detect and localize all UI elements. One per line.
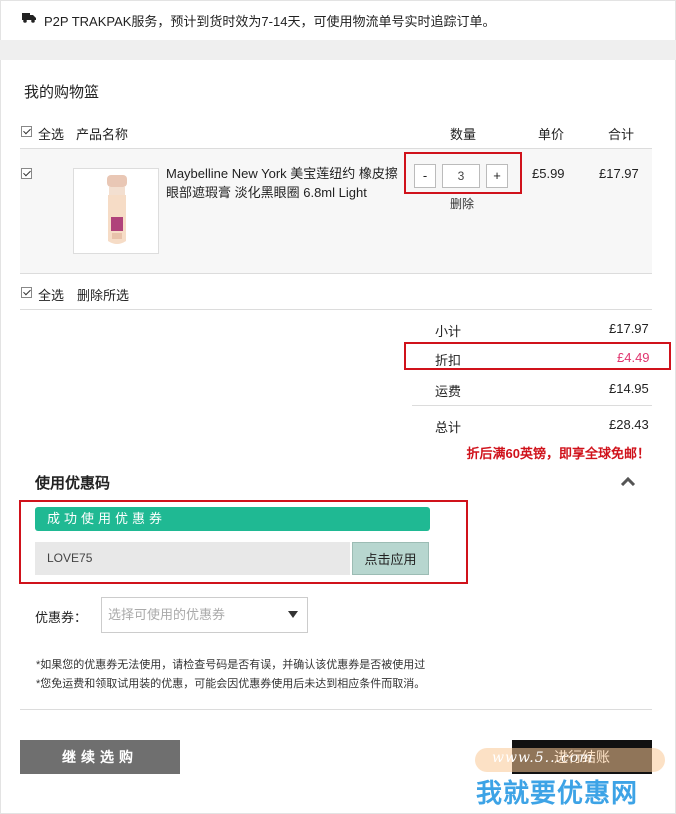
divider [412, 405, 652, 406]
divider [20, 309, 652, 310]
select-all-checkbox[interactable] [21, 126, 32, 137]
total-value: £28.43 [609, 417, 649, 432]
discount-label: 折扣 [435, 353, 462, 368]
coupon-note-2: *您免运费和领取试用装的优惠，可能会因优惠券使用后未达到相应条件而取消。 [36, 678, 426, 690]
shipping-value: £14.95 [609, 381, 649, 396]
header-product: 产品名称 [76, 127, 129, 142]
qty-minus-button[interactable]: - [414, 164, 436, 188]
coupon-success-banner: 成功使用优惠券 [35, 507, 430, 531]
shipping-label: 运费 [435, 384, 462, 399]
watermark-url: www.5...com [492, 750, 594, 766]
watermark-logo: 我就要优惠网 [476, 778, 639, 808]
item-unit-price: £5.99 [532, 166, 565, 181]
coupon-select-label: 优惠券： [35, 610, 88, 625]
discount-value: £4.49 [617, 350, 650, 365]
delete-selected-link[interactable]: 删除所选 [77, 285, 129, 304]
chevron-up-icon[interactable] [620, 476, 636, 486]
cart-title: 我的购物篮 [24, 84, 100, 101]
caret-down-icon [288, 611, 298, 618]
coupon-select[interactable]: 选择可使用的优惠券 [101, 597, 308, 633]
qty-input[interactable]: 3 [442, 164, 480, 188]
footer-select-all-checkbox[interactable] [21, 287, 32, 298]
item-checkbox[interactable] [21, 168, 32, 179]
qty-plus-button[interactable]: + [486, 164, 508, 188]
continue-shopping-button[interactable]: 继续选购 [20, 740, 180, 774]
select-all-label: 全选 [38, 127, 65, 142]
item-total: £17.97 [599, 166, 639, 181]
shipping-banner-text: P2P TRAKPAK服务，预计到货时效为7-14天，可使用物流单号实时追踪订单… [44, 14, 496, 29]
header-total: 合计 [608, 127, 635, 142]
delete-item-link[interactable]: 删除 [450, 195, 474, 212]
product-name[interactable]: Maybelline New York 美宝莲纽约 橡皮擦眼部遮瑕膏 淡化黑眼圈… [166, 164, 402, 202]
divider [20, 709, 652, 710]
header-qty: 数量 [450, 127, 477, 142]
divider [20, 273, 652, 274]
footer-select-all-label: 全选 [38, 288, 65, 303]
product-thumbnail[interactable] [73, 168, 159, 254]
total-label: 总计 [435, 420, 462, 435]
apply-coupon-button[interactable]: 点击应用 [352, 542, 429, 575]
coupon-code-input[interactable]: LOVE75 [35, 542, 350, 575]
divider-band [0, 40, 676, 60]
truck-icon [22, 13, 36, 23]
free-shipping-promo: 折后满60英镑，即享全球免邮！ [466, 446, 650, 461]
coupon-title: 使用优惠码 [35, 475, 111, 492]
subtotal-value: £17.97 [609, 321, 649, 336]
concealer-image [107, 175, 127, 244]
header-unit-price: 单价 [538, 127, 565, 142]
subtotal-label: 小计 [435, 324, 462, 339]
coupon-note-1: *如果您的优惠券无法使用，请检查号码是否有误，并确认该优惠券是否被使用过 [36, 659, 426, 671]
